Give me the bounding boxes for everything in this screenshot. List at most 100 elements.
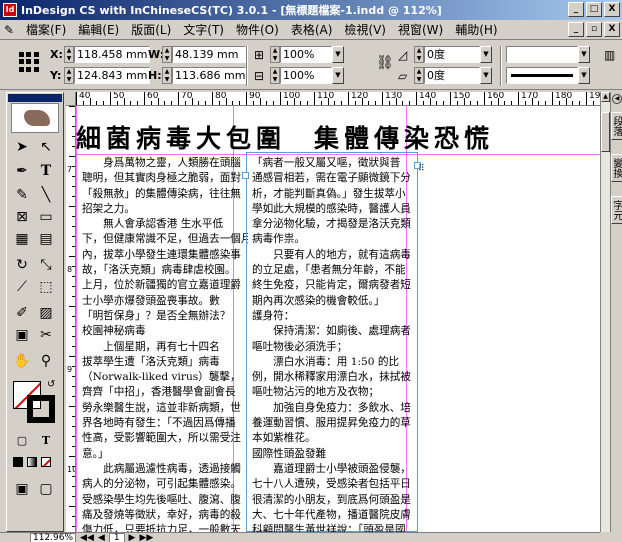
tab-paragraph[interactable]: 段落 bbox=[611, 112, 622, 140]
rotate-spinner[interactable]: ▲ ▼ bbox=[414, 46, 424, 63]
text-line: 故，「洛沃克類」病毒肆虐校園。 bbox=[82, 264, 236, 277]
pencil-tool-icon[interactable]: ✎ bbox=[11, 185, 33, 205]
adobe-feather-logo[interactable] bbox=[11, 103, 59, 133]
scissors-tool-icon[interactable]: ✂ bbox=[35, 325, 57, 345]
menu-object[interactable]: 物件(O) bbox=[230, 21, 285, 38]
menu-file[interactable]: 檔案(F) bbox=[20, 21, 72, 38]
eyedropper-tool-icon[interactable]: ✐ bbox=[11, 303, 33, 323]
rectangle-tool-icon[interactable]: ▭ bbox=[35, 207, 57, 227]
line-tool-icon[interactable]: ╲ bbox=[35, 185, 57, 205]
scale-x-input[interactable]: 100% bbox=[280, 46, 332, 63]
normal-view-mode-icon[interactable]: ▣ bbox=[11, 479, 33, 499]
button-tool-icon[interactable]: ▤ bbox=[35, 229, 57, 249]
indesign-app-icon[interactable]: Id bbox=[3, 3, 17, 17]
tab-character[interactable]: 字元 bbox=[611, 196, 622, 224]
menu-layout[interactable]: 版面(L) bbox=[125, 21, 177, 38]
rotate-input[interactable]: 0度 bbox=[424, 46, 480, 63]
ruler-origin[interactable] bbox=[66, 92, 76, 106]
stroke-weight-dropdown[interactable]: ▼ bbox=[578, 46, 590, 63]
scale-y-dropdown[interactable]: ▼ bbox=[332, 67, 344, 84]
reference-point-icon[interactable] bbox=[18, 51, 40, 73]
menu-help[interactable]: 輔助(H) bbox=[449, 21, 503, 38]
stroke-style-dropdown[interactable]: ▼ bbox=[578, 67, 590, 84]
y-input[interactable]: 124.843 mm bbox=[74, 67, 150, 84]
vertical-scrollbar[interactable]: ▲ bbox=[600, 92, 610, 532]
h-label: H: bbox=[148, 69, 162, 82]
toolbox-titlebar[interactable] bbox=[8, 94, 62, 102]
horizontal-ruler[interactable]: 40 50 60 70 80 90 100 110 120 130 140 150 160 170 180 1… bbox=[66, 92, 600, 106]
menu-edit[interactable]: 編輯(E) bbox=[72, 21, 125, 38]
next-page-icon[interactable]: ▶ bbox=[129, 533, 136, 542]
vertical-scroll-thumb[interactable] bbox=[601, 112, 610, 152]
stroke-weight-input[interactable] bbox=[506, 46, 578, 63]
menu-view[interactable]: 檢視(V) bbox=[338, 21, 392, 38]
maximize-button[interactable]: □ bbox=[586, 2, 602, 17]
vertical-ruler[interactable]: 7 8 9 10 bbox=[66, 106, 76, 532]
selection-tool-icon[interactable]: ➤ bbox=[11, 137, 33, 157]
pen-tool-icon[interactable]: ✒ bbox=[11, 161, 33, 181]
hand-tool-icon[interactable]: ✋ bbox=[11, 351, 33, 371]
menu-table[interactable]: 表格(A) bbox=[285, 21, 339, 38]
swap-fill-stroke-icon[interactable]: ↺ bbox=[47, 379, 55, 390]
text-line: 聰明，但其實肉身極之脆弱，面對 bbox=[82, 172, 241, 185]
w-spinner[interactable]: ▲ ▼ bbox=[162, 46, 172, 63]
stroke-swatch[interactable] bbox=[27, 395, 55, 423]
close-button[interactable]: X bbox=[604, 2, 620, 17]
scale-y-spinner[interactable]: ▲ ▼ bbox=[270, 67, 280, 84]
scale-x-spinner[interactable]: ▲ ▼ bbox=[270, 46, 280, 63]
document-menu-icon[interactable]: ✎ bbox=[4, 23, 18, 37]
scale-tool-icon[interactable]: ⤡ bbox=[35, 255, 57, 275]
rotate-tool-icon[interactable]: ↻ bbox=[11, 255, 33, 275]
shear-dropdown[interactable]: ▼ bbox=[480, 67, 492, 84]
x-spinner[interactable]: ▲ ▼ bbox=[64, 46, 74, 63]
h-spinner[interactable]: ▲ ▼ bbox=[162, 67, 172, 84]
in-port-handle[interactable] bbox=[242, 172, 249, 179]
rotate-icon: ◿ bbox=[398, 48, 408, 62]
page-field[interactable]: 1 bbox=[108, 532, 125, 542]
formatting-container-icon[interactable]: ▢ bbox=[11, 431, 33, 451]
button-bar-tool-icon[interactable]: ▣ bbox=[11, 325, 33, 345]
tab-transform[interactable]: 變換 bbox=[611, 154, 622, 182]
y-spinner[interactable]: ▲ ▼ bbox=[64, 67, 74, 84]
ruler-tick-label: 8 bbox=[67, 265, 73, 274]
x-input[interactable]: 118.458 mm bbox=[74, 46, 150, 63]
preview-mode-icon[interactable]: ▢ bbox=[35, 479, 57, 499]
scale-y-input[interactable]: 100% bbox=[280, 67, 332, 84]
rectangle-frame-tool-icon[interactable]: ⊠ bbox=[11, 207, 33, 227]
apply-color-button[interactable] bbox=[13, 457, 23, 467]
ruler-tick-label: 9 bbox=[67, 365, 73, 374]
doc-minimize-button[interactable]: _ bbox=[568, 22, 584, 37]
shear-spinner[interactable]: ▲ ▼ bbox=[414, 67, 424, 84]
minimize-button[interactable]: _ bbox=[568, 2, 584, 17]
formatting-text-icon[interactable]: T bbox=[35, 431, 57, 451]
gradient-tool-icon[interactable]: ▨ bbox=[35, 303, 57, 323]
scale-x-dropdown[interactable]: ▼ bbox=[332, 46, 344, 63]
constrain-proportions-icon[interactable]: ⛓ bbox=[376, 56, 394, 70]
menu-type[interactable]: 文字(T) bbox=[177, 21, 230, 38]
doc-restore-button[interactable]: ▫ bbox=[586, 22, 602, 37]
apply-gradient-button[interactable] bbox=[27, 457, 37, 467]
w-input[interactable]: 48.139 mm bbox=[172, 46, 246, 63]
collapse-panels-icon[interactable]: ◀ bbox=[612, 94, 622, 104]
shear-tool-icon[interactable]: ⟋ bbox=[11, 277, 33, 297]
free-transform-tool-icon[interactable]: ⬚ bbox=[35, 277, 57, 297]
last-page-icon[interactable]: ▶▶ bbox=[139, 533, 153, 542]
zoom-tool-icon[interactable]: ⚲ bbox=[35, 351, 57, 371]
apply-none-button[interactable] bbox=[41, 457, 51, 467]
document-page[interactable]: 細菌病毒大包圍 集體傳染恐慌 身爲萬物之靈，人類勝在頭腦 聰明，但其實肉身極之脆弱，… bbox=[76, 106, 600, 532]
first-page-icon[interactable]: ◀◀ bbox=[80, 533, 94, 542]
zoom-field[interactable]: 112.96% bbox=[30, 532, 77, 542]
menu-window[interactable]: 視窗(W) bbox=[392, 21, 449, 38]
stroke-style-input[interactable] bbox=[506, 67, 578, 84]
rotate-dropdown[interactable]: ▼ bbox=[480, 46, 492, 63]
h-input[interactable]: 113.686 mm bbox=[172, 67, 246, 84]
table-tool-icon[interactable]: ▦ bbox=[11, 229, 33, 249]
fill-stroke-swatch[interactable]: ↺ bbox=[13, 379, 57, 425]
scroll-up-arrow-icon[interactable]: ▲ bbox=[601, 92, 610, 102]
doc-close-button[interactable]: X bbox=[604, 22, 620, 37]
type-tool-icon[interactable]: T bbox=[35, 161, 57, 181]
shear-input[interactable]: 0度 bbox=[424, 67, 480, 84]
prev-page-icon[interactable]: ◀ bbox=[98, 533, 105, 542]
palette-menu-icon[interactable]: ▥ bbox=[604, 48, 615, 62]
direct-selection-tool-icon[interactable]: ↖ bbox=[35, 137, 57, 157]
